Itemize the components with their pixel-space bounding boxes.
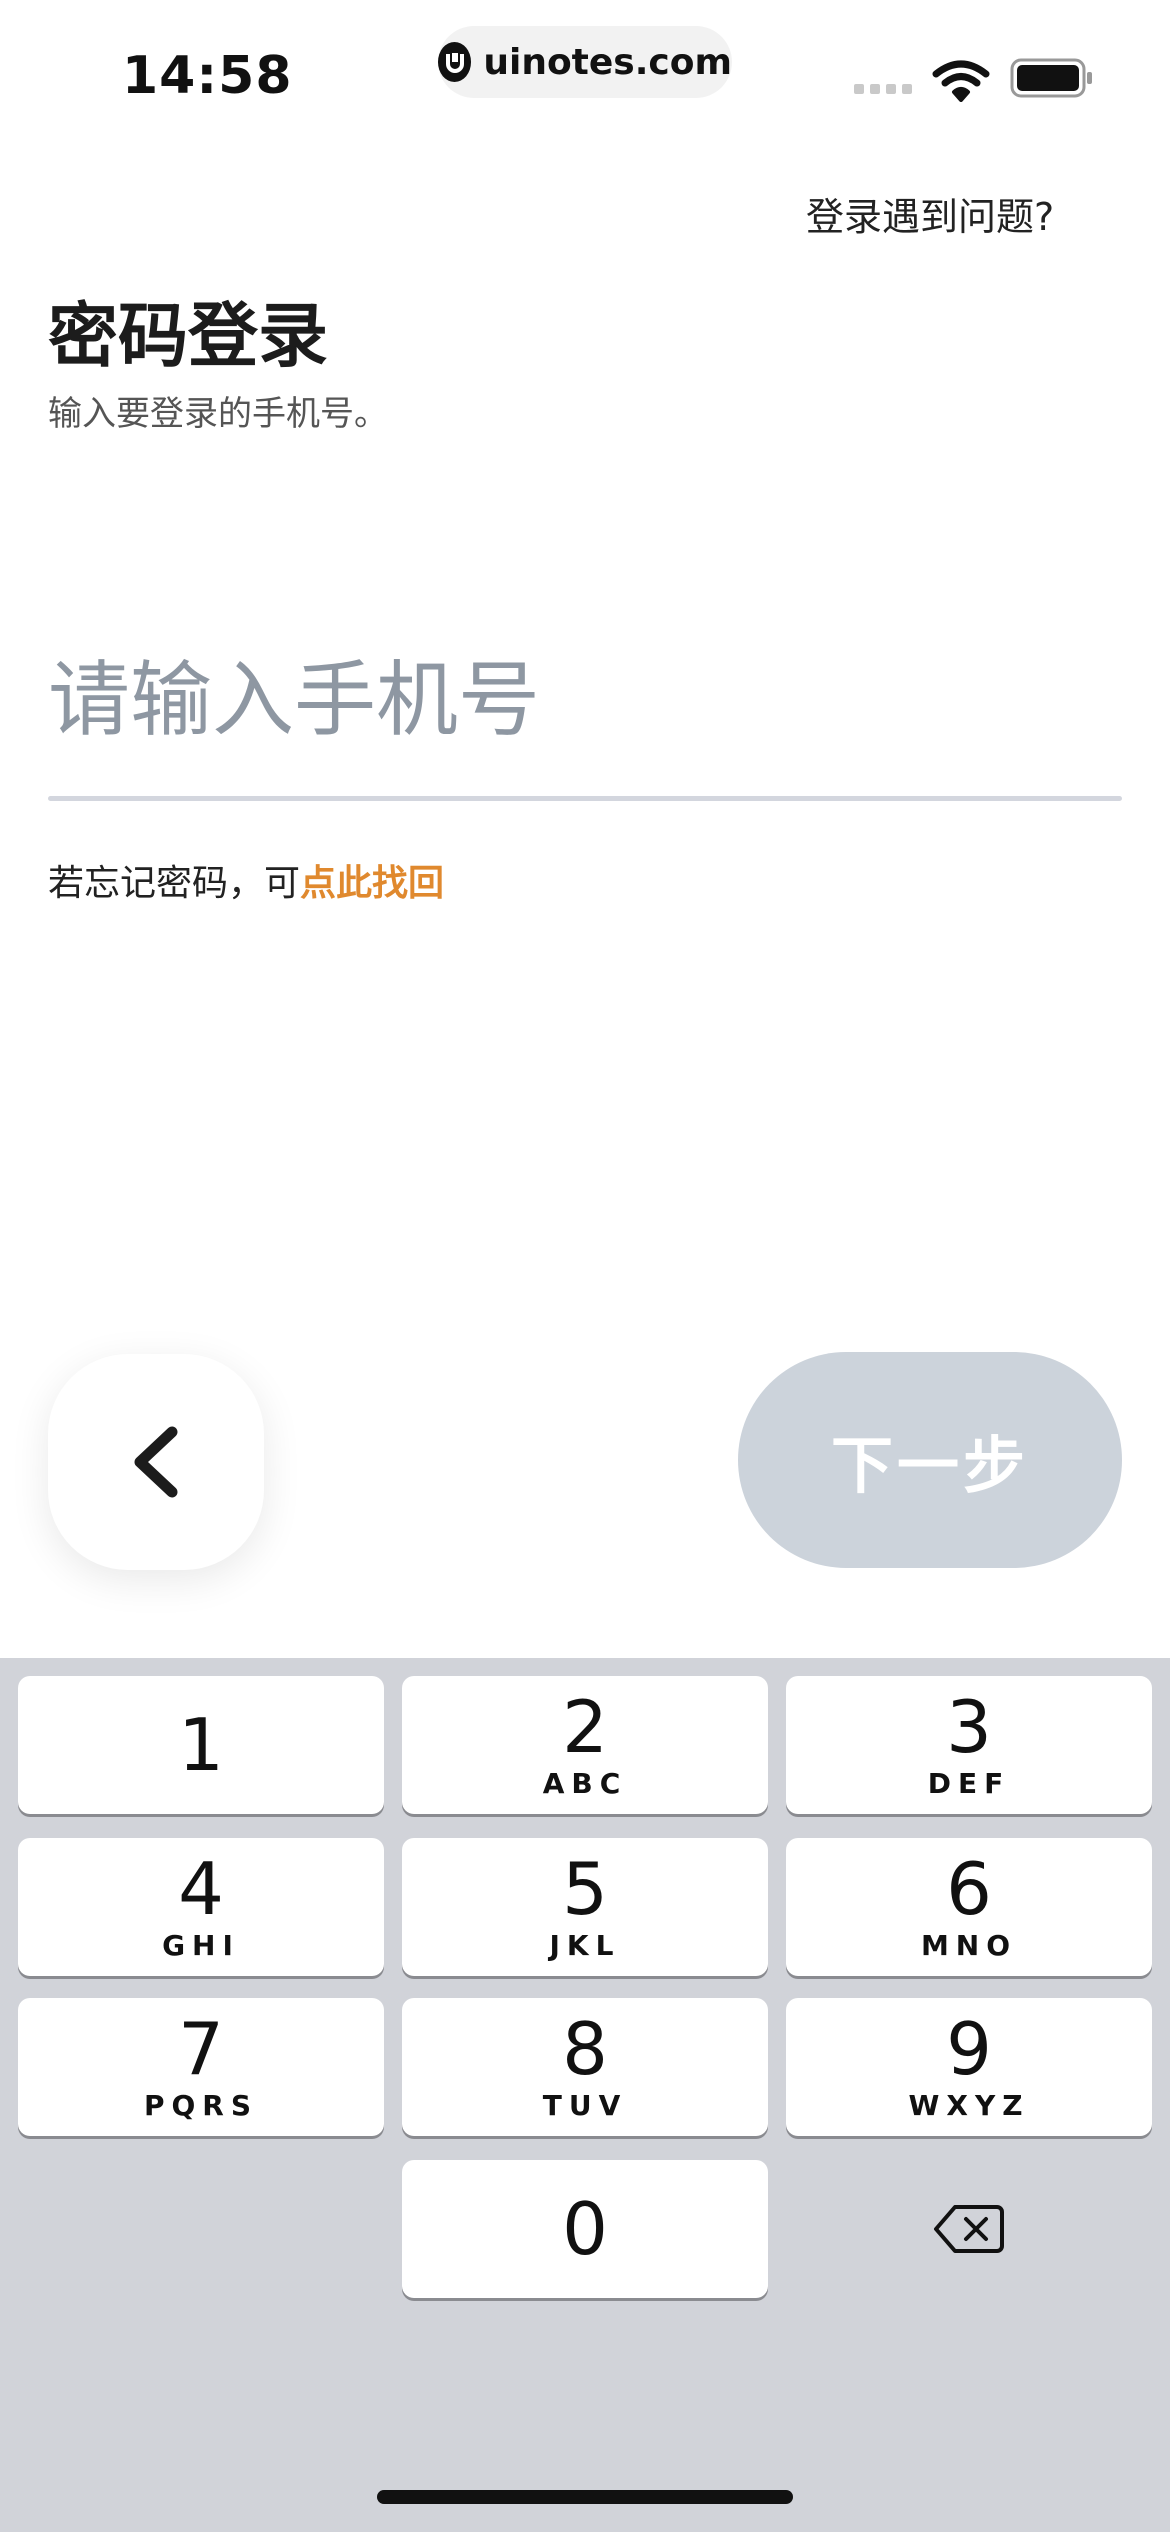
key-letters: WXYZ xyxy=(908,2089,1030,2122)
key-letters: JKL xyxy=(549,1929,621,1962)
back-button[interactable] xyxy=(48,1354,264,1570)
key-letters: TUV xyxy=(542,2089,628,2122)
status-time: 14:58 xyxy=(122,46,293,106)
delete-key[interactable] xyxy=(786,2160,1152,2298)
url-pill[interactable]: uinotes.com xyxy=(438,26,732,98)
key-digit: 3 xyxy=(946,1685,992,1769)
key-3[interactable]: 3 DEF xyxy=(786,1676,1152,1814)
input-underline xyxy=(48,796,1122,801)
key-digit: 6 xyxy=(946,1847,992,1931)
next-button[interactable]: 下一步 xyxy=(738,1352,1122,1568)
key-letters: ABC xyxy=(542,1767,628,1800)
forgot-password-text: 若忘记密码，可点此找回 xyxy=(48,854,444,906)
forgot-prefix: 若忘记密码，可 xyxy=(48,863,301,904)
key-2[interactable]: 2 ABC xyxy=(402,1676,768,1814)
key-digit: 4 xyxy=(178,1847,224,1931)
home-indicator xyxy=(377,2490,793,2504)
login-help-link[interactable]: 登录遇到问题? xyxy=(806,186,1054,241)
key-0[interactable]: 0 xyxy=(402,2160,768,2298)
key-digit: 9 xyxy=(946,2007,992,2091)
chevron-left-icon xyxy=(134,1426,178,1498)
key-9[interactable]: 9 WXYZ xyxy=(786,1998,1152,2136)
key-digit: 1 xyxy=(178,1703,224,1787)
phone-input[interactable] xyxy=(48,630,1122,770)
key-6[interactable]: 6 MNO xyxy=(786,1838,1152,1976)
key-8[interactable]: 8 TUV xyxy=(402,1998,768,2136)
signal-icon xyxy=(854,84,912,94)
recover-password-link[interactable]: 点此找回 xyxy=(300,863,444,904)
key-letters: DEF xyxy=(927,1767,1011,1800)
wifi-icon xyxy=(932,60,990,102)
site-logo-icon xyxy=(438,42,472,82)
key-digit: 0 xyxy=(562,2187,608,2271)
page-title: 密码登录 xyxy=(48,295,328,377)
key-7[interactable]: 7 PQRS xyxy=(18,1998,384,2136)
key-digit: 8 xyxy=(562,2007,608,2091)
key-4[interactable]: 4 GHI xyxy=(18,1838,384,1976)
key-letters: PQRS xyxy=(143,2089,259,2122)
key-1[interactable]: 1 xyxy=(18,1676,384,1814)
battery-icon xyxy=(1010,58,1092,98)
key-letters: MNO xyxy=(920,1929,1018,1962)
key-digit: 5 xyxy=(562,1847,608,1931)
key-5[interactable]: 5 JKL xyxy=(402,1838,768,1976)
key-digit: 2 xyxy=(562,1685,608,1769)
url-text: uinotes.com xyxy=(483,41,732,83)
key-digit: 7 xyxy=(178,2007,224,2091)
key-letters: GHI xyxy=(162,1929,240,1962)
backspace-icon xyxy=(934,2205,1004,2253)
page-subtitle: 输入要登录的手机号。 xyxy=(48,394,388,434)
